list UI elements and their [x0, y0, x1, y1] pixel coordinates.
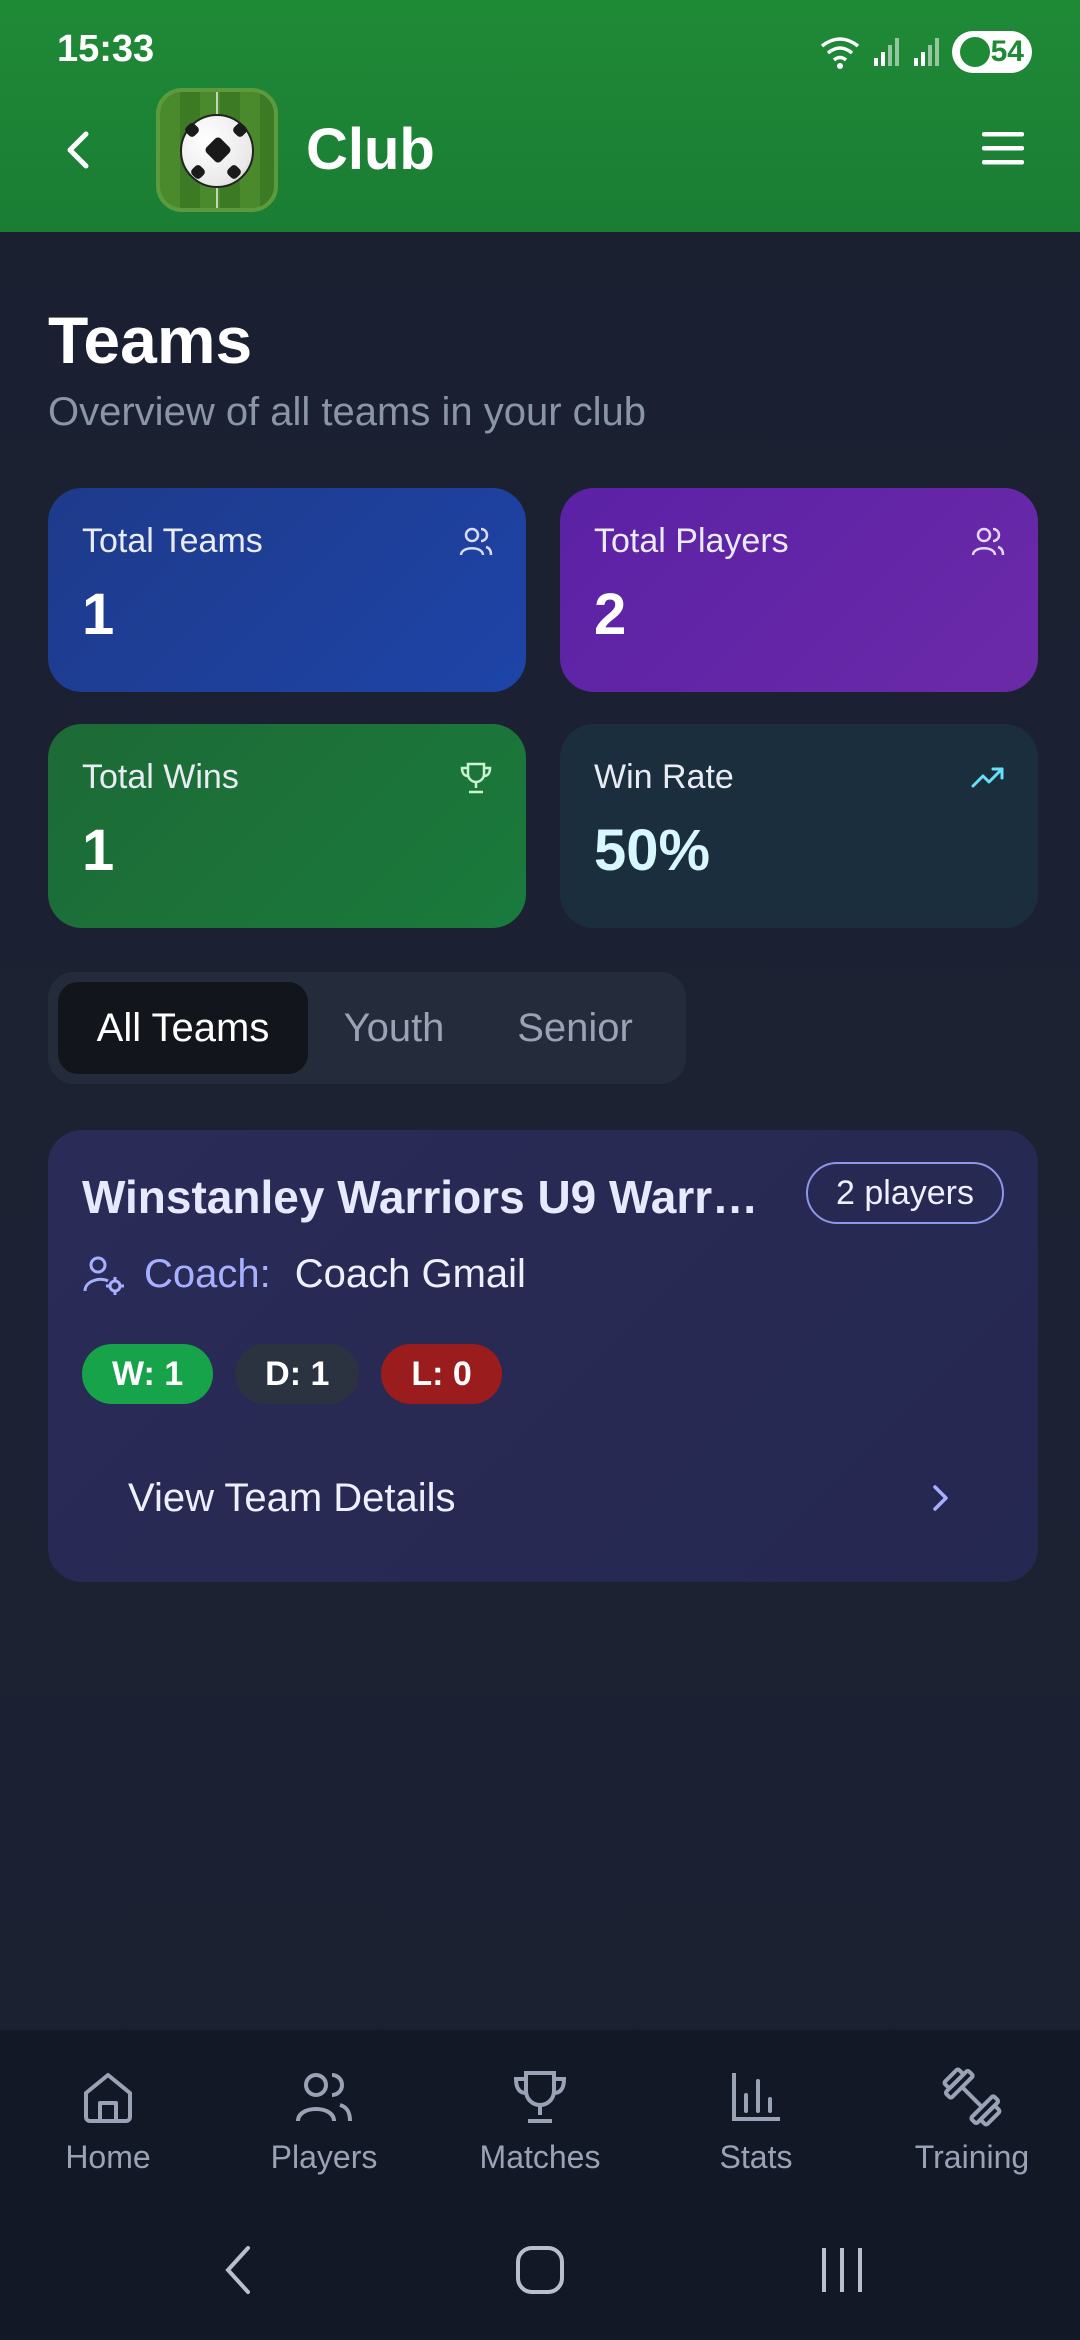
nav-label: Training	[914, 2138, 1030, 2175]
team-name: Winstanley Warriors U9 Warriors	[82, 1171, 762, 1223]
system-recents-icon[interactable]	[812, 2240, 872, 2300]
system-home-icon[interactable]	[510, 2240, 570, 2300]
status-time: 15:33	[57, 28, 155, 70]
team-filter-tabs: All Teams Youth Senior	[48, 972, 686, 1084]
back-button[interactable]	[50, 120, 110, 180]
coach-name: Coach Gmail	[294, 1252, 526, 1296]
coach-label: Coach:	[144, 1252, 271, 1296]
tab-youth[interactable]: Youth	[308, 982, 480, 1074]
draws-badge: D: 1	[235, 1344, 360, 1404]
tab-all-teams[interactable]: All Teams	[58, 982, 308, 1074]
system-navigation-bar	[0, 2200, 1080, 2340]
stat-card-win-rate: Win Rate 50%	[560, 724, 1038, 928]
view-team-details-label: View Team Details	[128, 1475, 456, 1520]
status-bar: 15:33 54	[0, 0, 1080, 100]
view-team-details-button[interactable]: View Team Details	[82, 1448, 1004, 1548]
nav-home[interactable]: Home	[8, 2065, 208, 2176]
signal-icon-2	[914, 38, 939, 66]
stat-value: 1	[82, 582, 115, 647]
trending-up-icon	[971, 767, 1004, 788]
status-icons: 54	[818, 30, 1032, 74]
losses-badge: L: 0	[381, 1344, 502, 1404]
nav-stats[interactable]: Stats	[656, 2065, 856, 2176]
app-title: Club	[306, 117, 435, 182]
page-title: Teams	[48, 303, 253, 377]
trophy-icon	[513, 2070, 567, 2123]
stat-label: Total Players	[594, 522, 789, 560]
dumbbell-icon	[942, 2067, 1002, 2126]
home-icon	[84, 2072, 132, 2123]
users-icon	[971, 527, 1005, 556]
players-count-badge: 2 players	[806, 1162, 1004, 1224]
stat-card-total-players: Total Players 2	[560, 488, 1038, 692]
battery-indicator: 54	[952, 31, 1032, 73]
tab-senior[interactable]: Senior	[480, 982, 670, 1074]
battery-level: 54	[990, 35, 1024, 68]
nav-training[interactable]: Training	[872, 2065, 1072, 2176]
coach-row: Coach: Coach Gmail	[82, 1252, 526, 1297]
stat-value: 50%	[594, 818, 711, 883]
users-icon	[459, 527, 493, 556]
app-header: 15:33 54 Club	[0, 0, 1080, 232]
nav-label: Stats	[719, 2138, 793, 2175]
chevron-right-icon	[933, 1485, 948, 1511]
signal-icon	[874, 38, 899, 66]
team-card[interactable]: Winstanley Warriors U9 Warriors 2 player…	[48, 1130, 1038, 1582]
page-subtitle: Overview of all teams in your club	[48, 390, 647, 434]
stat-card-total-wins: Total Wins 1	[48, 724, 526, 928]
wins-badge: W: 1	[82, 1344, 214, 1404]
stat-label: Win Rate	[594, 758, 734, 796]
nav-label: Home	[65, 2138, 151, 2175]
battery-saver-icon	[960, 37, 990, 67]
bottom-navigation: Home Players Matches Stats Training	[0, 2030, 1080, 2200]
stat-label: Total Wins	[82, 758, 239, 796]
stat-label: Total Teams	[82, 522, 263, 560]
club-logo	[156, 88, 278, 212]
trophy-icon	[460, 762, 492, 794]
stat-card-total-teams: Total Teams 1	[48, 488, 526, 692]
nav-matches[interactable]: Matches	[440, 2065, 640, 2176]
nav-label: Matches	[479, 2138, 601, 2175]
soccer-ball-icon	[180, 114, 254, 188]
user-cog-icon	[83, 1256, 124, 1295]
stat-value: 2	[594, 582, 627, 647]
system-back-icon[interactable]	[210, 2240, 270, 2300]
nav-label: Players	[270, 2138, 378, 2175]
bar-chart-icon	[732, 2072, 780, 2121]
menu-icon[interactable]	[980, 126, 1028, 170]
nav-players[interactable]: Players	[224, 2065, 424, 2176]
stat-value: 1	[82, 818, 115, 883]
wifi-icon	[820, 37, 860, 69]
record-badges: W: 1 D: 1 L: 0	[82, 1344, 502, 1404]
users-icon	[296, 2072, 352, 2121]
